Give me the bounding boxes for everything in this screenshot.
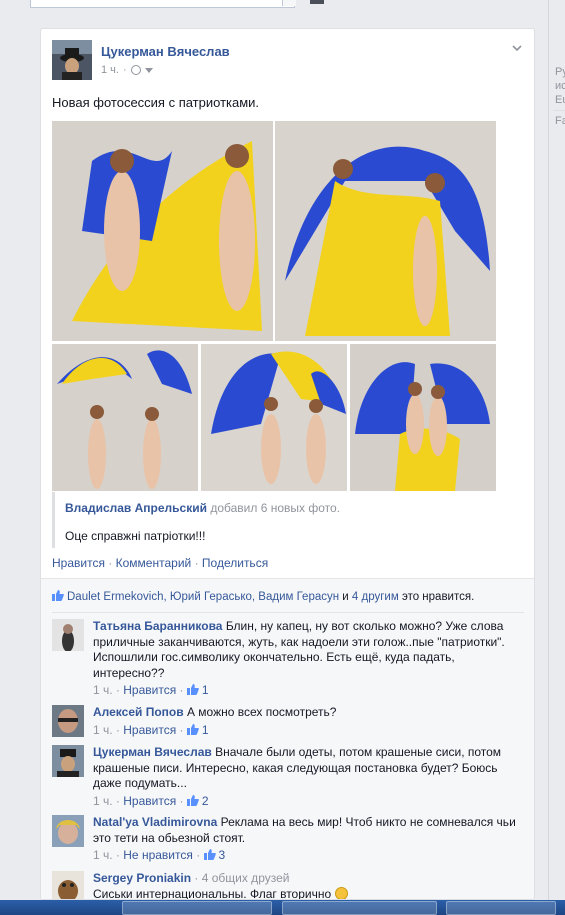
comment: Sergey Proniakin · 4 общих друзей Сиськи…	[52, 871, 524, 900]
comment-time[interactable]: 1 ч.	[93, 794, 113, 808]
comment-meta: 1 ч. · Не нравится · 3	[93, 848, 226, 862]
taskbar-window[interactable]	[122, 901, 272, 915]
comment-like-button[interactable]: Нравится	[123, 794, 176, 808]
right-column-text: Eu	[555, 94, 565, 106]
feed-post: Цукерман Вячеслав 1 ч. · Новая фотосесси…	[40, 28, 535, 900]
like-thumb-icon	[52, 590, 64, 601]
post-meta: 1 ч. ·	[101, 64, 153, 76]
mutual-friends[interactable]: · 4 общих друзей	[194, 871, 289, 885]
comment-author[interactable]: Natal'ya Vladimirovna	[93, 815, 217, 829]
smile-emoji-icon	[334, 886, 348, 899]
post-photo[interactable]	[201, 344, 347, 491]
comment-text: Сиськи интернациональны. Флаг вторично	[93, 886, 332, 900]
likes-summary: Daulet Ermekovich, Юрий Герасько, Вадим …	[52, 590, 474, 603]
avatar[interactable]	[52, 40, 92, 80]
like-thumb-icon	[186, 723, 199, 735]
comments-section: Daulet Ermekovich, Юрий Герасько, Вадим …	[41, 578, 534, 900]
comment-text: А можно всех посмотреть?	[186, 705, 337, 719]
comment-time[interactable]: 1 ч.	[93, 848, 113, 862]
comment-like-count[interactable]: 3	[219, 848, 226, 862]
shared-author[interactable]: Владислав Апрельский	[65, 501, 207, 515]
comment-meta: 1 ч. · Нравится · 1	[93, 683, 209, 697]
taskbar	[0, 900, 565, 915]
comment-like-button[interactable]: Нравится	[123, 683, 176, 697]
comment-author[interactable]: Sergey Proniakin	[93, 871, 191, 885]
taskbar-window[interactable]	[446, 901, 556, 915]
divider	[52, 612, 524, 613]
likes-and: и	[339, 591, 352, 603]
avatar[interactable]	[52, 871, 84, 899]
like-thumb-icon	[186, 684, 199, 695]
comment-button[interactable]: Комментарий	[116, 556, 192, 570]
post-photo[interactable]	[350, 344, 496, 491]
taskbar-window[interactable]	[282, 901, 437, 915]
post-photo[interactable]	[52, 344, 198, 491]
avatar[interactable]	[52, 619, 84, 652]
post-photo[interactable]	[52, 121, 273, 341]
post-text: Новая фотосессия с патриотками.	[52, 95, 260, 110]
comment-time[interactable]: 1 ч.	[93, 723, 113, 737]
comment-like-button[interactable]: Нравится	[123, 723, 176, 737]
post-photo[interactable]	[275, 121, 496, 341]
comment-meta: 1 ч. · Нравится · 1	[93, 722, 209, 737]
avatar[interactable]	[52, 815, 84, 847]
search-input[interactable]	[30, 0, 295, 8]
like-thumb-icon	[203, 849, 216, 860]
likes-suffix: это нравится.	[398, 591, 475, 603]
chevron-down-icon[interactable]	[512, 43, 522, 53]
comment: Цукерман Вячеслав Вначале были одеты, по…	[52, 745, 524, 809]
like-button[interactable]: Нравится	[52, 556, 105, 570]
comment: Natal'ya Vladimirovna Реклама на весь ми…	[52, 815, 524, 865]
share-button[interactable]: Поделиться	[202, 556, 268, 570]
privacy-caret-icon[interactable]	[144, 67, 153, 73]
right-column: Ру ис Eu Fa	[548, 0, 565, 900]
shared-header: Владислав Апрельский добавил 6 новых фот…	[65, 501, 340, 515]
separator: ·	[122, 64, 127, 76]
friends-icon[interactable]	[310, 0, 324, 4]
comment-time[interactable]: 1 ч.	[93, 683, 113, 697]
globe-icon[interactable]	[130, 65, 141, 75]
divider	[553, 110, 565, 111]
shared-attachment: Владислав Апрельский добавил 6 новых фот…	[52, 492, 524, 548]
comment-unlike-button[interactable]: Не нравится	[123, 848, 193, 862]
comment-like-count[interactable]: 1	[202, 723, 209, 737]
post-time[interactable]: 1 ч.	[101, 64, 119, 76]
comment-author[interactable]: Алексей Попов	[93, 705, 184, 719]
post-author[interactable]: Цукерман Вячеслав	[101, 44, 230, 59]
comment-author[interactable]: Цукерман Вячеслав	[93, 745, 212, 759]
shared-caption: Оце справжні патріотки!!!	[65, 529, 206, 543]
separator: ·	[194, 556, 199, 570]
post-actions: Нравится · Комментарий · Поделиться	[52, 556, 268, 570]
comment: Татьяна Баранникова Блин, ну капец, ну в…	[52, 619, 524, 697]
comment-like-count[interactable]: 1	[202, 683, 209, 697]
avatar[interactable]	[52, 745, 84, 777]
comment-author[interactable]: Татьяна Баранникова	[93, 619, 222, 633]
likers-names[interactable]: Daulet Ermekovich, Юрий Герасько, Вадим …	[67, 591, 339, 603]
right-column-text: Fa	[555, 115, 565, 127]
likes-others-link[interactable]: 4 другим	[352, 591, 399, 603]
comment-meta: 1 ч. · Нравится · 2	[93, 793, 209, 808]
shared-action: добавил 6 новых фото.	[207, 501, 340, 515]
search-button[interactable]	[282, 0, 296, 6]
right-column-text: ис	[555, 80, 565, 92]
avatar[interactable]	[52, 705, 84, 737]
comment-like-count[interactable]: 2	[202, 794, 209, 808]
right-column-text: Ру	[555, 66, 565, 78]
comment: Алексей Попов А можно всех посмотреть? 1…	[52, 705, 524, 745]
separator: ·	[108, 556, 113, 570]
like-thumb-icon	[186, 794, 199, 806]
